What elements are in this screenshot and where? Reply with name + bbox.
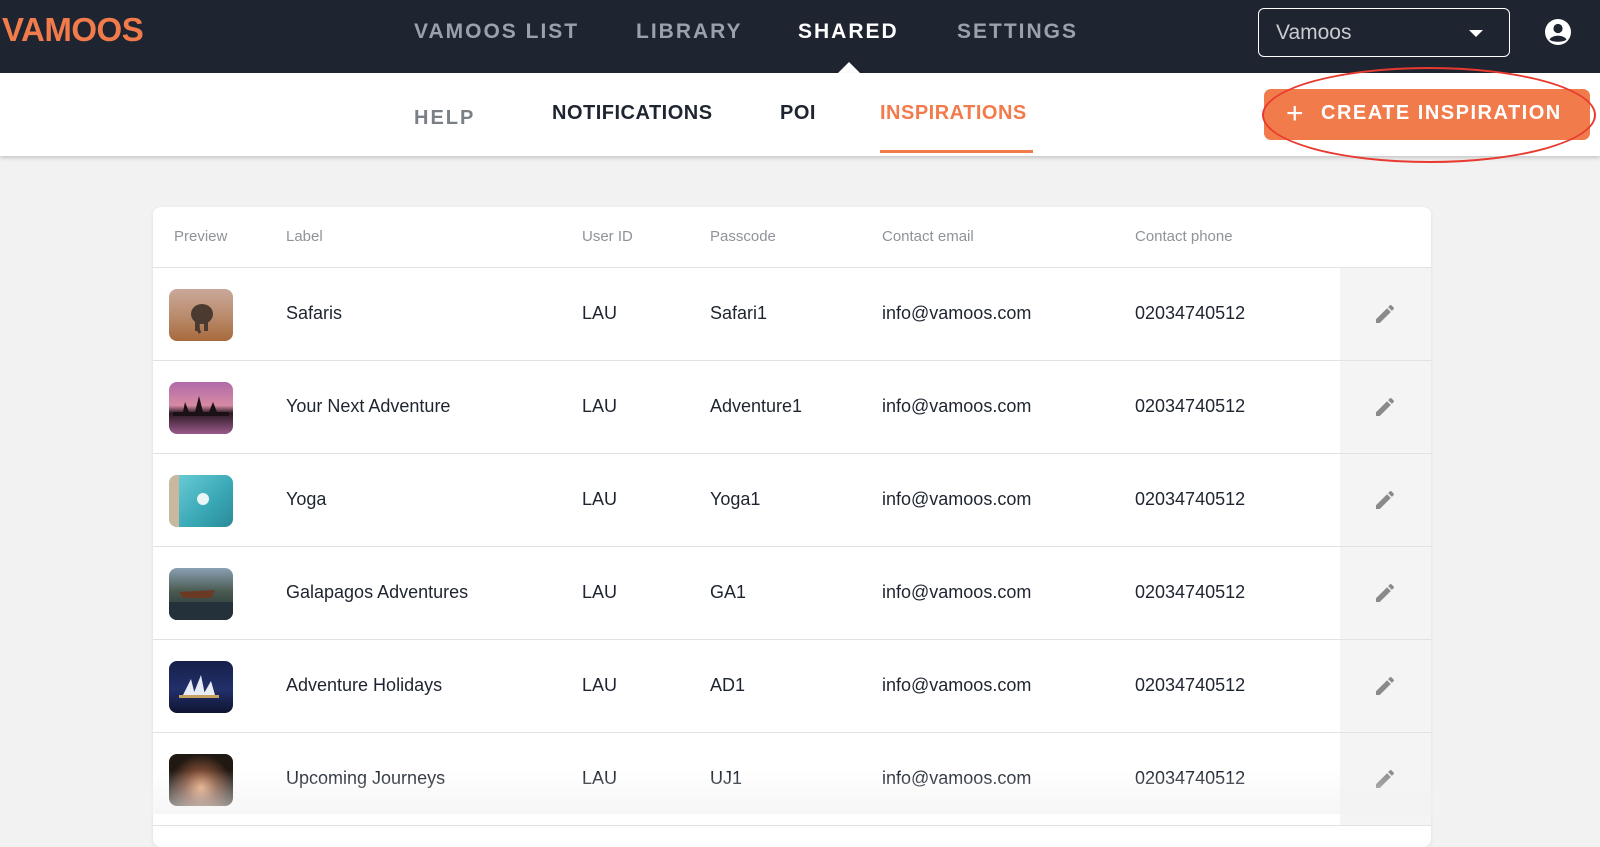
account-select-value: Vamoos — [1276, 21, 1352, 44]
inspirations-table: Preview Label User ID Passcode Contact e… — [153, 207, 1431, 847]
col-user-id: User ID — [582, 228, 633, 245]
table-header: Preview Label User ID Passcode Contact e… — [153, 207, 1431, 268]
row-email: info@vamoos.com — [882, 303, 1032, 323]
row-passcode: Safari1 — [710, 303, 768, 323]
row-email: info@vamoos.com — [882, 396, 1032, 416]
dropdown-arrow-icon — [1469, 30, 1483, 37]
row-phone: 02034740512 — [1135, 582, 1246, 602]
row-user-id: LAU — [582, 582, 618, 602]
subnav-inspirations[interactable]: INSPIRATIONS — [880, 102, 1027, 125]
edit-button[interactable] — [1340, 268, 1431, 360]
active-tab-underline — [880, 150, 1033, 153]
table-row[interactable]: Yoga LAU Yoga1 info@vamoos.com 020347405… — [153, 454, 1431, 547]
row-passcode: GA1 — [710, 582, 747, 602]
nav-vamoos-list[interactable]: VAMOOS LIST — [414, 20, 579, 44]
row-label: Yoga — [286, 489, 327, 509]
edit-button[interactable] — [1340, 361, 1431, 453]
nav-settings[interactable]: SETTINGS — [957, 20, 1078, 44]
account-select[interactable]: Vamoos — [1258, 8, 1510, 57]
row-passcode: Yoga1 — [710, 489, 761, 509]
nav-library[interactable]: LIBRARY — [636, 20, 743, 44]
row-email: info@vamoos.com — [882, 489, 1032, 509]
edit-button[interactable] — [1340, 547, 1431, 639]
row-email: info@vamoos.com — [882, 675, 1032, 695]
vamoos-logo[interactable]: VAMOOS — [2, 8, 144, 48]
pencil-edit-icon — [1376, 769, 1395, 788]
row-label: Galapagos Adventures — [286, 582, 469, 602]
row-user-id: LAU — [582, 489, 618, 509]
subnav-notifications[interactable]: NOTIFICATIONS — [552, 102, 713, 125]
row-label: Safaris — [286, 303, 343, 323]
row-phone: 02034740512 — [1135, 768, 1246, 788]
pencil-edit-icon — [1376, 304, 1395, 323]
row-email: info@vamoos.com — [882, 768, 1032, 788]
table-row[interactable]: Upcoming Journeys LAU UJ1 info@vamoos.co… — [153, 733, 1431, 826]
pencil-edit-icon — [1376, 583, 1395, 602]
edit-button[interactable] — [1340, 733, 1431, 825]
nav-shared[interactable]: SHARED — [798, 20, 899, 44]
col-preview: Preview — [174, 228, 228, 245]
row-user-id: LAU — [582, 303, 618, 323]
cave-arch-thumbnail — [169, 754, 233, 806]
row-phone: 02034740512 — [1135, 675, 1246, 695]
row-passcode: AD1 — [710, 675, 746, 695]
top-header: VAMOOS VAMOOS LIST LIBRARY SHARED SETTIN… — [0, 0, 1600, 74]
table-row[interactable]: Galapagos Adventures LAU GA1 info@vamoos… — [153, 547, 1431, 640]
pencil-edit-icon — [1376, 397, 1395, 416]
row-passcode: Adventure1 — [710, 396, 803, 416]
edit-button[interactable] — [1340, 640, 1431, 732]
turquoise-water-thumbnail — [169, 475, 233, 527]
subnav-help[interactable]: HELP — [414, 107, 475, 130]
row-phone: 02034740512 — [1135, 396, 1246, 416]
row-phone: 02034740512 — [1135, 489, 1246, 509]
elephant-savanna-thumbnail — [169, 289, 233, 341]
col-passcode: Passcode — [710, 228, 776, 245]
row-phone: 02034740512 — [1135, 303, 1246, 323]
row-email: info@vamoos.com — [882, 582, 1032, 602]
opera-house-night-thumbnail — [169, 661, 233, 713]
row-user-id: LAU — [582, 675, 618, 695]
table-row[interactable]: Adventure Holidays LAU AD1 info@vamoos.c… — [153, 640, 1431, 733]
pencil-edit-icon — [1376, 676, 1395, 695]
row-label: Upcoming Journeys — [286, 768, 446, 788]
row-user-id: LAU — [582, 768, 618, 788]
plus-icon: + — [1286, 97, 1306, 130]
row-label: Adventure Holidays — [286, 675, 443, 695]
row-passcode: UJ1 — [710, 768, 743, 788]
col-contact-phone: Contact phone — [1135, 228, 1233, 245]
temple-sunset-thumbnail — [169, 382, 233, 434]
table-row[interactable]: Your Next Adventure LAU Adventure1 info@… — [153, 361, 1431, 454]
create-inspiration-button[interactable]: + CREATE INSPIRATION — [1264, 89, 1590, 140]
col-label: Label — [286, 228, 323, 245]
subnav-poi[interactable]: POI — [780, 102, 816, 125]
account-circle-icon[interactable] — [1544, 18, 1572, 46]
create-inspiration-label: CREATE INSPIRATION — [1321, 102, 1562, 124]
pencil-edit-icon — [1376, 490, 1395, 509]
col-contact-email: Contact email — [882, 228, 974, 245]
edit-button[interactable] — [1340, 454, 1431, 546]
boat-landscape-thumbnail — [169, 568, 233, 620]
row-label: Your Next Adventure — [286, 396, 451, 416]
row-user-id: LAU — [582, 396, 618, 416]
table-row[interactable]: Safaris LAU Safari1 info@vamoos.com 0203… — [153, 268, 1431, 361]
